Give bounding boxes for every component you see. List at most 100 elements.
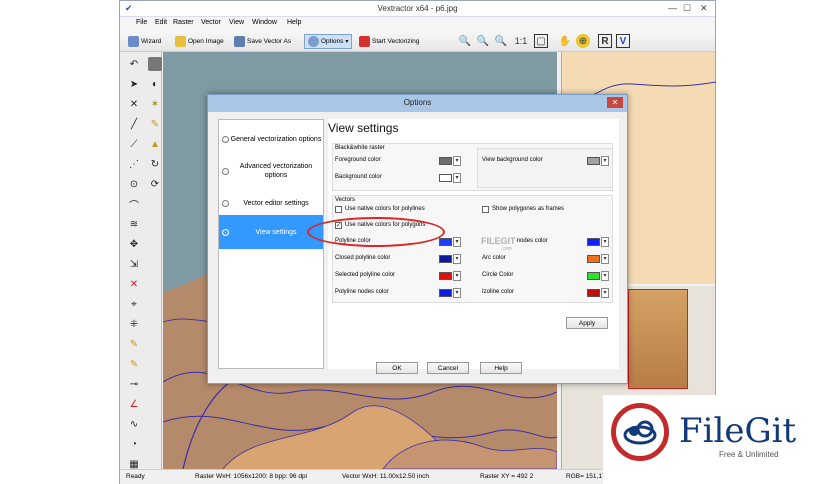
background-swatch[interactable] (439, 174, 452, 182)
circle-icon[interactable]: ⊙ (127, 177, 141, 191)
menu-file[interactable]: File (136, 19, 147, 26)
target-icon[interactable]: ⊕ (576, 34, 590, 48)
dialog-title: Options (208, 95, 627, 112)
brush-icon[interactable]: ✎ (148, 117, 162, 131)
circle-color-dropdown[interactable]: ▾ (601, 271, 609, 281)
pointer-icon[interactable]: ➤ (127, 77, 141, 91)
rotate-icon[interactable]: ↻ (148, 157, 162, 171)
selected-polyline-swatch[interactable] (439, 272, 452, 280)
start-vectorizing-button[interactable]: Start Vectorizing (359, 34, 419, 49)
angle-icon[interactable]: ∠ (127, 397, 141, 411)
zoom-out-icon[interactable]: 🔍 (476, 34, 490, 48)
view-bg-dropdown[interactable]: ▾ (601, 156, 609, 166)
nav-advanced-vectorization[interactable]: Advanced vectorization options (219, 154, 323, 188)
layers-icon[interactable] (148, 57, 162, 71)
fill-icon[interactable]: ▲ (148, 137, 162, 151)
native-polylines-label: Use native colors for polylines (345, 206, 425, 212)
end-nodes-dropdown[interactable]: ▾ (601, 237, 609, 247)
menu-raster[interactable]: Raster (173, 19, 194, 26)
line-icon[interactable]: ╱ (127, 117, 141, 131)
show-frames-checkbox[interactable] (482, 206, 489, 213)
rotate-90-icon[interactable]: ⟳ (148, 177, 162, 191)
end-nodes-swatch[interactable] (587, 238, 600, 246)
menu-vector[interactable]: Vector (201, 19, 221, 26)
zoom-1-1-button[interactable]: 1:1 (512, 34, 530, 48)
gear-icon (308, 36, 319, 47)
selected-polyline-label: Selected polyline color (335, 272, 396, 278)
color-wheel-icon[interactable]: ◐ (148, 77, 162, 91)
nav-general-vectorization[interactable]: General vectorization options (219, 122, 323, 156)
move-icon[interactable]: ✥ (127, 237, 141, 251)
photo-thumbnail (628, 289, 688, 389)
polyline-icon[interactable]: ⟋ (127, 137, 141, 151)
contour-icon[interactable]: ≋ (127, 217, 141, 231)
split-icon[interactable]: ⌖ (127, 297, 141, 311)
raster-mode-icon[interactable]: R (598, 34, 612, 48)
polyline-nodes-dropdown[interactable]: ▾ (453, 288, 461, 298)
minimize-button[interactable]: — (668, 3, 677, 13)
arc-color-label: Arc color (482, 255, 506, 261)
save-vector-button[interactable]: Save Vector As (234, 34, 291, 49)
join-icon[interactable]: ⇲ (127, 257, 141, 271)
save-icon (234, 36, 245, 47)
filegit-watermark: FileGit Free & Unlimited (603, 395, 836, 484)
menu-help[interactable]: Help (287, 19, 301, 26)
circle-color-swatch[interactable] (587, 272, 600, 280)
ruler-icon[interactable]: ⊸ (127, 377, 141, 391)
apply-button[interactable]: Apply (566, 317, 608, 329)
foreground-label: Foreground color (335, 157, 381, 163)
help-button[interactable]: Help (480, 362, 522, 374)
native-polylines-checkbox[interactable] (335, 206, 342, 213)
eraser-icon[interactable]: ✕ (127, 97, 141, 111)
closed-polyline-swatch[interactable] (439, 255, 452, 263)
close-button[interactable]: ✕ (700, 3, 708, 14)
background-dropdown[interactable]: ▾ (453, 173, 461, 183)
pencil2-icon[interactable]: ✎ (127, 357, 141, 371)
view-bg-box (477, 148, 613, 188)
radio-icon (222, 135, 229, 143)
filegit-logo (611, 403, 669, 461)
zoom-tool-icon[interactable]: 🔍 (494, 34, 508, 48)
selected-polyline-dropdown[interactable]: ▾ (453, 271, 461, 281)
fit-icon[interactable]: ▢ (534, 34, 548, 48)
foreground-swatch[interactable] (439, 157, 452, 165)
polyline-nodes-swatch[interactable] (439, 289, 452, 297)
node-icon[interactable]: ⋰ (127, 157, 141, 171)
polyline-color-swatch[interactable] (439, 238, 452, 246)
menu-window[interactable]: Window (252, 19, 277, 26)
measure-icon[interactable]: ◔ (127, 437, 141, 451)
cancel-button[interactable]: Cancel (427, 362, 469, 374)
circle-color-label: Circle Color (482, 272, 514, 278)
maximize-button[interactable]: ☐ (683, 3, 691, 14)
arc-color-dropdown[interactable]: ▾ (601, 254, 609, 264)
window-title: Vextractor x64 - p6.jpg (377, 4, 458, 13)
closed-polyline-label: Closed polyline color (335, 255, 391, 261)
polyline-color-dropdown[interactable]: ▾ (453, 237, 461, 247)
hand-icon[interactable]: ✋ (558, 34, 572, 48)
wand-icon[interactable]: ✶ (148, 97, 162, 111)
zoom-in-icon[interactable]: 🔍 (458, 34, 472, 48)
wizard-button[interactable]: Wizard (128, 34, 161, 49)
undo-icon[interactable]: ↶ (127, 57, 141, 71)
menu-edit[interactable]: Edit (155, 19, 167, 26)
closed-polyline-dropdown[interactable]: ▾ (453, 254, 461, 264)
vector-mode-icon[interactable]: V (616, 34, 630, 48)
vectors-group: Vectors Use native colors for polylines … (332, 195, 613, 303)
filegit-name: FileGit (679, 411, 797, 451)
delete-icon[interactable]: ✕ (127, 277, 141, 291)
pencil-icon[interactable]: ✎ (127, 337, 141, 351)
menu-view[interactable]: View (229, 19, 244, 26)
dialog-close-button[interactable]: ✕ (607, 97, 623, 108)
view-bg-swatch[interactable] (587, 157, 600, 165)
arc-color-swatch[interactable] (587, 255, 600, 263)
options-button[interactable]: Options ▾ (304, 34, 353, 49)
izoline-color-dropdown[interactable]: ▾ (601, 288, 609, 298)
nodes-icon[interactable]: ⁜ (127, 317, 141, 331)
arc-icon[interactable]: ⌒ (127, 197, 141, 212)
curve-icon[interactable]: ∿ (127, 417, 141, 431)
cloud-icon (623, 420, 657, 445)
foreground-dropdown[interactable]: ▾ (453, 156, 461, 166)
ok-button[interactable]: OK (376, 362, 418, 374)
open-image-button[interactable]: Open Image (175, 34, 224, 49)
izoline-color-swatch[interactable] (587, 289, 600, 297)
